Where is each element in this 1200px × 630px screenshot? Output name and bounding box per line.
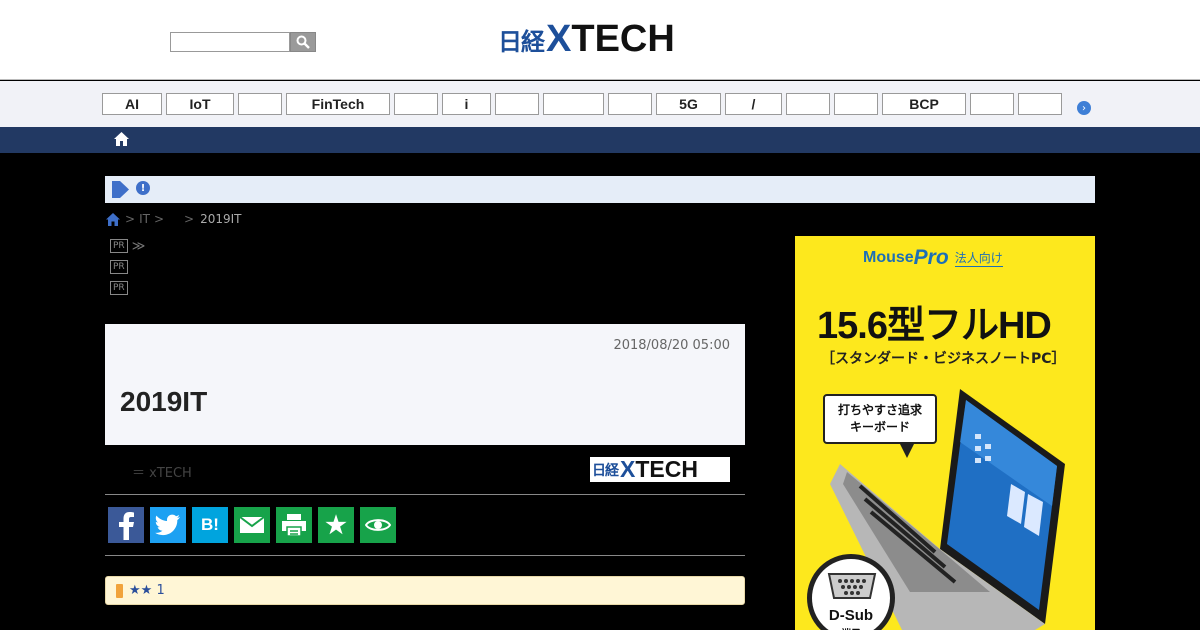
share-buttons: B! ★ bbox=[108, 507, 396, 543]
home-icon[interactable] bbox=[105, 212, 121, 227]
ad-brand-mouse: Mouse bbox=[863, 249, 914, 266]
category-tab[interactable]: i bbox=[442, 93, 491, 115]
alert-icon: ! bbox=[136, 181, 150, 195]
pr-badge: PR bbox=[110, 260, 128, 274]
chevron-right-icon[interactable]: › bbox=[1077, 101, 1091, 115]
article-title: 2019IT bbox=[120, 386, 208, 417]
category-tab[interactable] bbox=[394, 93, 438, 115]
watch-button[interactable] bbox=[360, 507, 396, 543]
category-tab[interactable]: / bbox=[725, 93, 782, 115]
facebook-share-button[interactable] bbox=[108, 507, 144, 543]
ad-brand-corp: 法人向け bbox=[954, 251, 1003, 267]
category-tab[interactable] bbox=[786, 93, 830, 115]
ad-callout-line2: キーボード bbox=[849, 420, 910, 434]
source-logo: 日経 XTECH bbox=[590, 456, 730, 482]
main-nav bbox=[0, 127, 1200, 153]
eye-icon bbox=[365, 519, 391, 531]
play-flag-icon bbox=[112, 181, 129, 198]
breadcrumb: > IT > > 2019IT bbox=[105, 211, 241, 227]
category-tab[interactable]: FinTech bbox=[286, 93, 390, 115]
category-tab[interactable]: IoT bbox=[166, 93, 234, 115]
mail-icon bbox=[239, 516, 265, 533]
logo-en-text: XTECH bbox=[546, 18, 675, 60]
category-tab[interactable] bbox=[238, 93, 282, 115]
advertisement-banner[interactable]: Mouse Pro 法人向け 15.6型フルHD ［スタンダード・ビジネスノート… bbox=[795, 236, 1095, 630]
mail-share-button[interactable] bbox=[234, 507, 270, 543]
search-button[interactable] bbox=[290, 32, 316, 52]
bookmark-icon bbox=[116, 583, 123, 598]
star-button[interactable]: ★ bbox=[318, 507, 354, 543]
ad-brand: Mouse Pro 法人向け bbox=[863, 246, 1003, 270]
logo-ja-text: 日経 bbox=[592, 462, 619, 479]
publish-date: 2018/08/20 05:00 bbox=[613, 338, 730, 353]
breadcrumb-current: 2019IT bbox=[200, 212, 242, 226]
article-header: 2018/08/20 05:00 2019IT bbox=[105, 324, 745, 445]
facebook-icon bbox=[119, 512, 134, 540]
breadcrumb-separator: > bbox=[153, 212, 164, 226]
category-tab[interactable]: 5G bbox=[656, 93, 721, 115]
logo-ja-text: 日経 bbox=[498, 28, 545, 56]
home-icon[interactable] bbox=[113, 131, 130, 147]
category-tab[interactable] bbox=[608, 93, 652, 115]
breadcrumb-item-it[interactable]: IT bbox=[139, 212, 150, 226]
ad-subline: ［スタンダード・ビジネスノートPC］ bbox=[821, 351, 1066, 367]
category-tab[interactable] bbox=[834, 93, 878, 115]
vga-port-icon bbox=[827, 573, 877, 599]
pr-link[interactable]: PR bbox=[110, 281, 128, 295]
pr-link[interactable]: PR bbox=[110, 260, 128, 274]
breadcrumb-separator: > bbox=[184, 212, 195, 226]
category-bar: AI IoT FinTech i 5G / BCP bbox=[0, 81, 1200, 127]
category-tab[interactable]: AI bbox=[102, 93, 162, 115]
recommendation-bar[interactable]: ★★ 1 bbox=[105, 576, 745, 605]
ad-callout-line1: 打ちやすさ追求 bbox=[837, 403, 922, 417]
pr-link[interactable]: PR ≫ bbox=[110, 238, 146, 254]
breadcrumb-separator: > bbox=[125, 212, 136, 226]
double-arrow-icon: ≫ bbox=[131, 238, 146, 254]
site-header: 日経 XTECH bbox=[0, 0, 1200, 80]
category-tab[interactable] bbox=[495, 93, 539, 115]
divider bbox=[105, 494, 745, 495]
ad-dsub-label: D-Sub bbox=[828, 607, 874, 624]
pr-badge: PR bbox=[110, 281, 128, 295]
article-author: ＝ xTECH bbox=[132, 466, 192, 481]
twitter-icon bbox=[155, 514, 180, 536]
notice-bar: ! bbox=[105, 176, 1095, 203]
ad-callout: 打ちやすさ追求 キーボード bbox=[823, 394, 937, 444]
print-button[interactable] bbox=[276, 507, 312, 543]
search-icon bbox=[296, 35, 310, 49]
ad-dsub-sublabel: 端子 bbox=[812, 625, 890, 630]
print-icon bbox=[282, 514, 306, 537]
category-tab[interactable] bbox=[970, 93, 1014, 115]
site-logo[interactable]: 日経 XTECH bbox=[498, 18, 675, 61]
category-tab[interactable] bbox=[1018, 93, 1062, 115]
pr-badge: PR bbox=[110, 239, 128, 253]
ad-headline: 15.6型フルHD bbox=[817, 305, 1052, 347]
search-input[interactable] bbox=[170, 32, 290, 52]
hatena-bookmark-button[interactable]: B! bbox=[192, 507, 228, 543]
twitter-share-button[interactable] bbox=[150, 507, 186, 543]
category-tab[interactable]: BCP bbox=[882, 93, 966, 115]
recommendation-text: ★★ 1 bbox=[129, 583, 165, 598]
ad-callout-tail bbox=[899, 442, 915, 458]
logo-en-text: XTECH bbox=[620, 456, 698, 482]
divider bbox=[105, 555, 745, 556]
ad-brand-pro: Pro bbox=[913, 246, 949, 269]
category-tab[interactable] bbox=[543, 93, 604, 115]
